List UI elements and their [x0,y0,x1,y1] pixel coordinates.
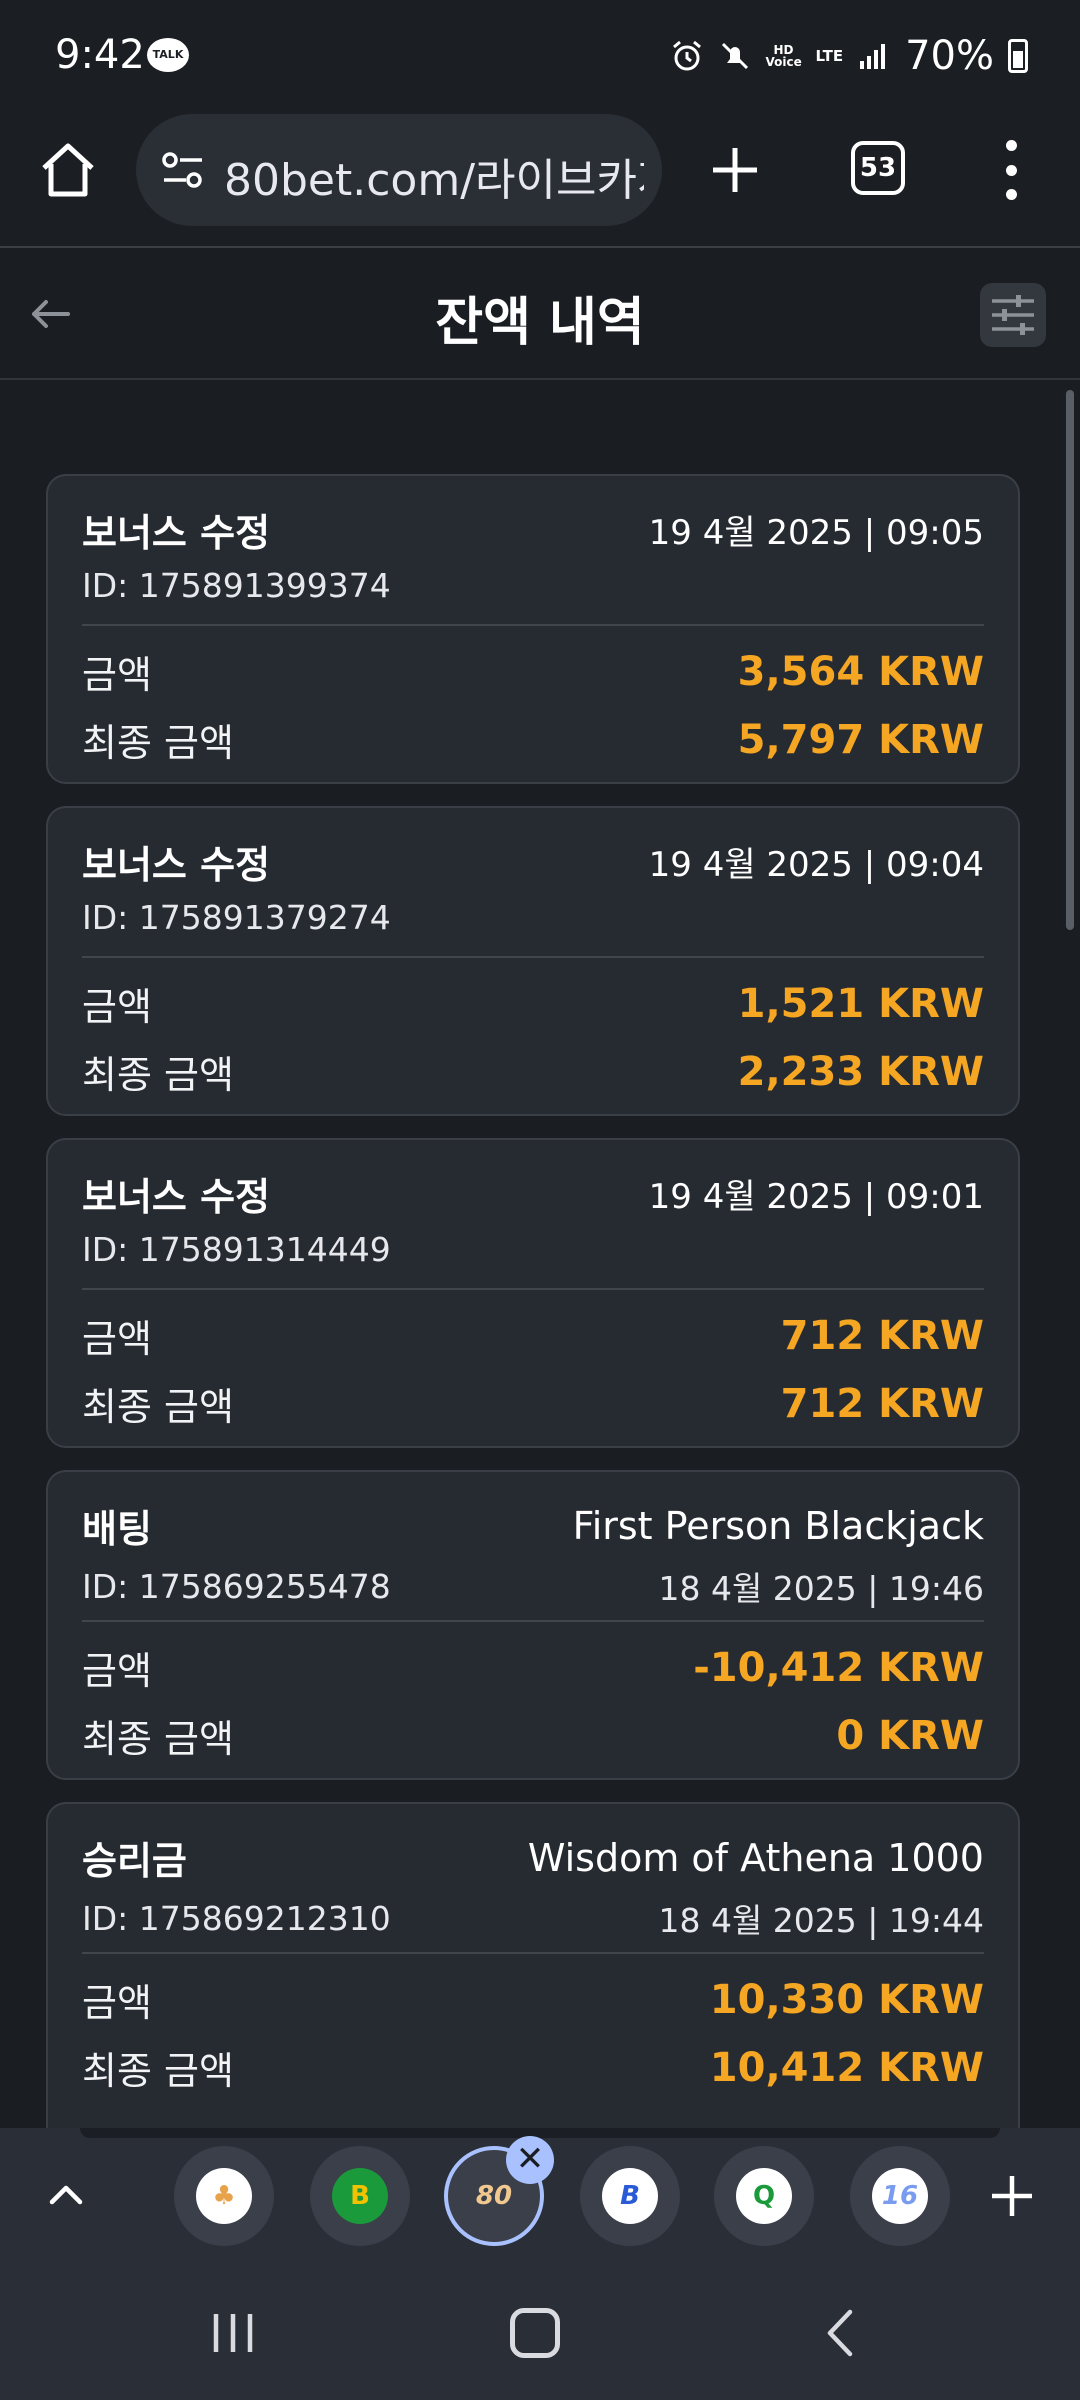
more-menu-icon[interactable] [996,134,1026,206]
back-nav-icon[interactable] [820,2308,860,2358]
amount-label: 금액 [82,985,152,1029]
divider [82,624,984,626]
amount-label: 금액 [82,1649,152,1693]
page-title: 잔액 내역 [435,293,645,353]
game-name: First Person Blackjack [572,1503,984,1548]
b-logo-icon: B [332,2168,388,2224]
final-amount-value: 0 KRW [836,1712,984,1759]
transaction-type: 보너스 수정 [82,511,271,555]
transaction-date: 19 4월 2025 | 09:01 [648,1177,984,1217]
final-amount-label: 최종 금액 [82,2049,234,2093]
transaction-card: 보너스 수정 19 4월 2025 | 09:05 ID: 1758913993… [46,474,1020,784]
transaction-id: ID: 175869212310 [82,1898,391,1938]
amount-value: 10,330 KRW [709,1976,984,2023]
status-time: 9:42 [55,32,145,78]
url-text[interactable]: 80bet.com/라이브카지 [224,144,644,208]
casino-chip-icon: ♣ [196,2168,252,2224]
amount-label: 금액 [82,1317,152,1361]
browser-toolbar: 80bet.com/라이브카지 53 [0,112,1080,248]
site-settings-icon[interactable] [160,150,206,190]
b-script-logo-icon: B [602,2168,658,2224]
amount-value: 1,521 KRW [737,980,984,1027]
final-amount-value: 712 KRW [780,1380,984,1427]
transaction-type: 보너스 수정 [82,843,271,887]
transaction-id: ID: 175869255478 [82,1566,391,1606]
scrollbar[interactable] [1066,390,1074,930]
transaction-card: 보너스 수정 19 4월 2025 | 09:04 ID: 1758913792… [46,806,1020,1116]
final-amount-label: 최종 금액 [82,1717,234,1761]
transaction-card: 배팅 First Person Blackjack ID: 1758692554… [46,1470,1020,1780]
16-logo-icon: 16 [872,2168,928,2224]
tab-favicon[interactable]: Q [714,2146,814,2246]
transaction-id: ID: 175891379274 [82,898,391,937]
battery-percent: 70% [905,33,994,79]
tab-strip: ♣ B 80 ✕ B Q 16 [0,2128,1080,2268]
next-card-edge [80,2128,1000,2138]
new-tab-icon[interactable] [705,140,765,200]
system-nav-bar [0,2268,1080,2400]
transaction-type: 승리금 [82,1839,187,1883]
transaction-type: 보너스 수정 [82,1175,271,1219]
divider [82,956,984,958]
transaction-date: 19 4월 2025 | 09:04 [648,845,984,885]
add-tab-icon[interactable] [984,2168,1040,2224]
divider [82,1620,984,1622]
final-amount-label: 최종 금액 [82,721,234,765]
hd-voice-icon: HD Voice [765,43,802,69]
tab-favicon[interactable]: B [580,2146,680,2246]
tab-favicon[interactable]: B [310,2146,410,2246]
lte-icon: LTE [815,47,844,65]
amount-label: 금액 [82,653,152,697]
mute-icon [721,42,748,70]
alarm-icon [672,40,701,71]
transaction-card: 승리금 Wisdom of Athena 1000 ID: 1758692123… [46,1802,1020,2128]
transaction-card: 보너스 수정 19 4월 2025 | 09:01 ID: 1758913144… [46,1138,1020,1448]
final-amount-label: 최종 금액 [82,1385,234,1429]
chevron-up-icon[interactable] [44,2174,88,2214]
status-icons: HD Voice LTE 70% [670,30,1028,82]
amount-label: 금액 [82,1981,152,2025]
status-bar: 9:42 TALK HD Voice LTE 70% [0,0,1080,112]
final-amount-label: 최종 금액 [82,1053,234,1097]
filter-sliders-icon [992,295,1034,335]
battery-icon [1008,39,1028,73]
divider [82,1288,984,1290]
home-icon[interactable] [36,138,100,202]
filter-button[interactable] [980,283,1046,347]
transaction-date: 18 4월 2025 | 19:44 [658,1901,984,1940]
q-logo-icon: Q [736,2168,792,2224]
transaction-id: ID: 175891399374 [82,566,391,605]
talk-notification-icon: TALK [147,38,189,72]
address-bar[interactable]: 80bet.com/라이브카지 [136,114,662,226]
final-amount-value: 2,233 KRW [737,1048,984,1095]
home-nav-icon[interactable] [510,2308,560,2358]
game-name: Wisdom of Athena 1000 [527,1835,984,1880]
page-header: 잔액 내역 [0,250,1080,380]
close-tab-icon[interactable]: ✕ [506,2136,554,2184]
transaction-type: 배팅 [82,1507,152,1551]
final-amount-value: 10,412 KRW [709,2044,984,2091]
tab-favicon[interactable]: 16 [850,2146,950,2246]
amount-value: 3,564 KRW [737,648,984,695]
tab-count-button[interactable]: 53 [851,141,905,195]
transaction-date: 19 4월 2025 | 09:05 [648,513,984,553]
divider [82,1952,984,1954]
amount-value: 712 KRW [780,1312,984,1359]
recent-apps-icon[interactable] [208,2312,258,2354]
amount-value: -10,412 KRW [693,1644,984,1691]
transaction-id: ID: 175891314449 [82,1230,391,1269]
balance-history-list[interactable]: 보너스 수정 19 4월 2025 | 09:05 ID: 1758913993… [0,382,1080,2128]
signal-icon [860,44,886,69]
final-amount-value: 5,797 KRW [737,716,984,763]
tab-favicon[interactable]: ♣ [174,2146,274,2246]
transaction-date: 18 4월 2025 | 19:46 [658,1569,984,1608]
